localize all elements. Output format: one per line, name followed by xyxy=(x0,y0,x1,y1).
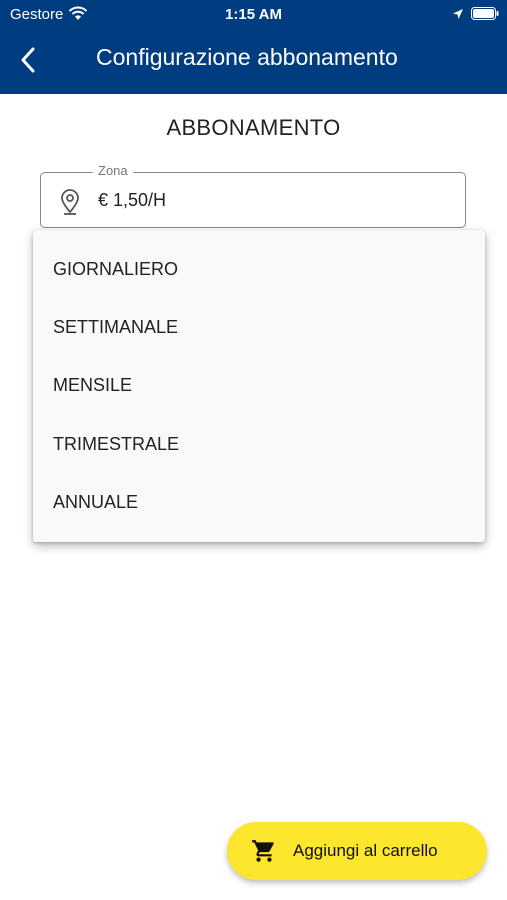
zone-field-value: € 1,50/H xyxy=(98,190,167,210)
zone-field[interactable]: Zona € 1,50/H xyxy=(40,163,466,228)
status-bar: Gestore 1:15 AM xyxy=(0,0,507,28)
section-title: ABBONAMENTO xyxy=(166,115,341,140)
page-title: Configurazione abbonamento xyxy=(96,44,398,70)
zone-field-label: Zona xyxy=(93,163,133,178)
location-arrow-icon xyxy=(452,7,464,24)
shopping-cart-icon xyxy=(251,838,277,869)
app-header: Gestore 1:15 AM Configurazione abbonamen… xyxy=(0,0,507,94)
dropdown-item-trimestrale[interactable]: TRIMESTRALE xyxy=(33,415,485,473)
back-button[interactable] xyxy=(14,45,44,75)
dropdown-item-annuale[interactable]: ANNUALE xyxy=(33,473,485,531)
add-to-cart-button[interactable]: Aggiungi al carrello xyxy=(227,822,487,880)
chevron-left-icon xyxy=(21,47,35,73)
dropdown-item-mensile[interactable]: MENSILE xyxy=(33,356,485,414)
add-to-cart-label: Aggiungi al carrello xyxy=(293,841,438,860)
dropdown-item-giornaliero[interactable]: GIORNALIERO xyxy=(33,240,485,298)
battery-icon xyxy=(471,7,499,24)
location-pin-icon xyxy=(59,189,81,220)
dropdown-item-settimanale[interactable]: SETTIMANALE xyxy=(33,298,485,356)
subscription-dropdown: GIORNALIERO SETTIMANALE MENSILE TRIMESTR… xyxy=(33,230,485,542)
status-time: 1:15 AM xyxy=(225,6,282,23)
